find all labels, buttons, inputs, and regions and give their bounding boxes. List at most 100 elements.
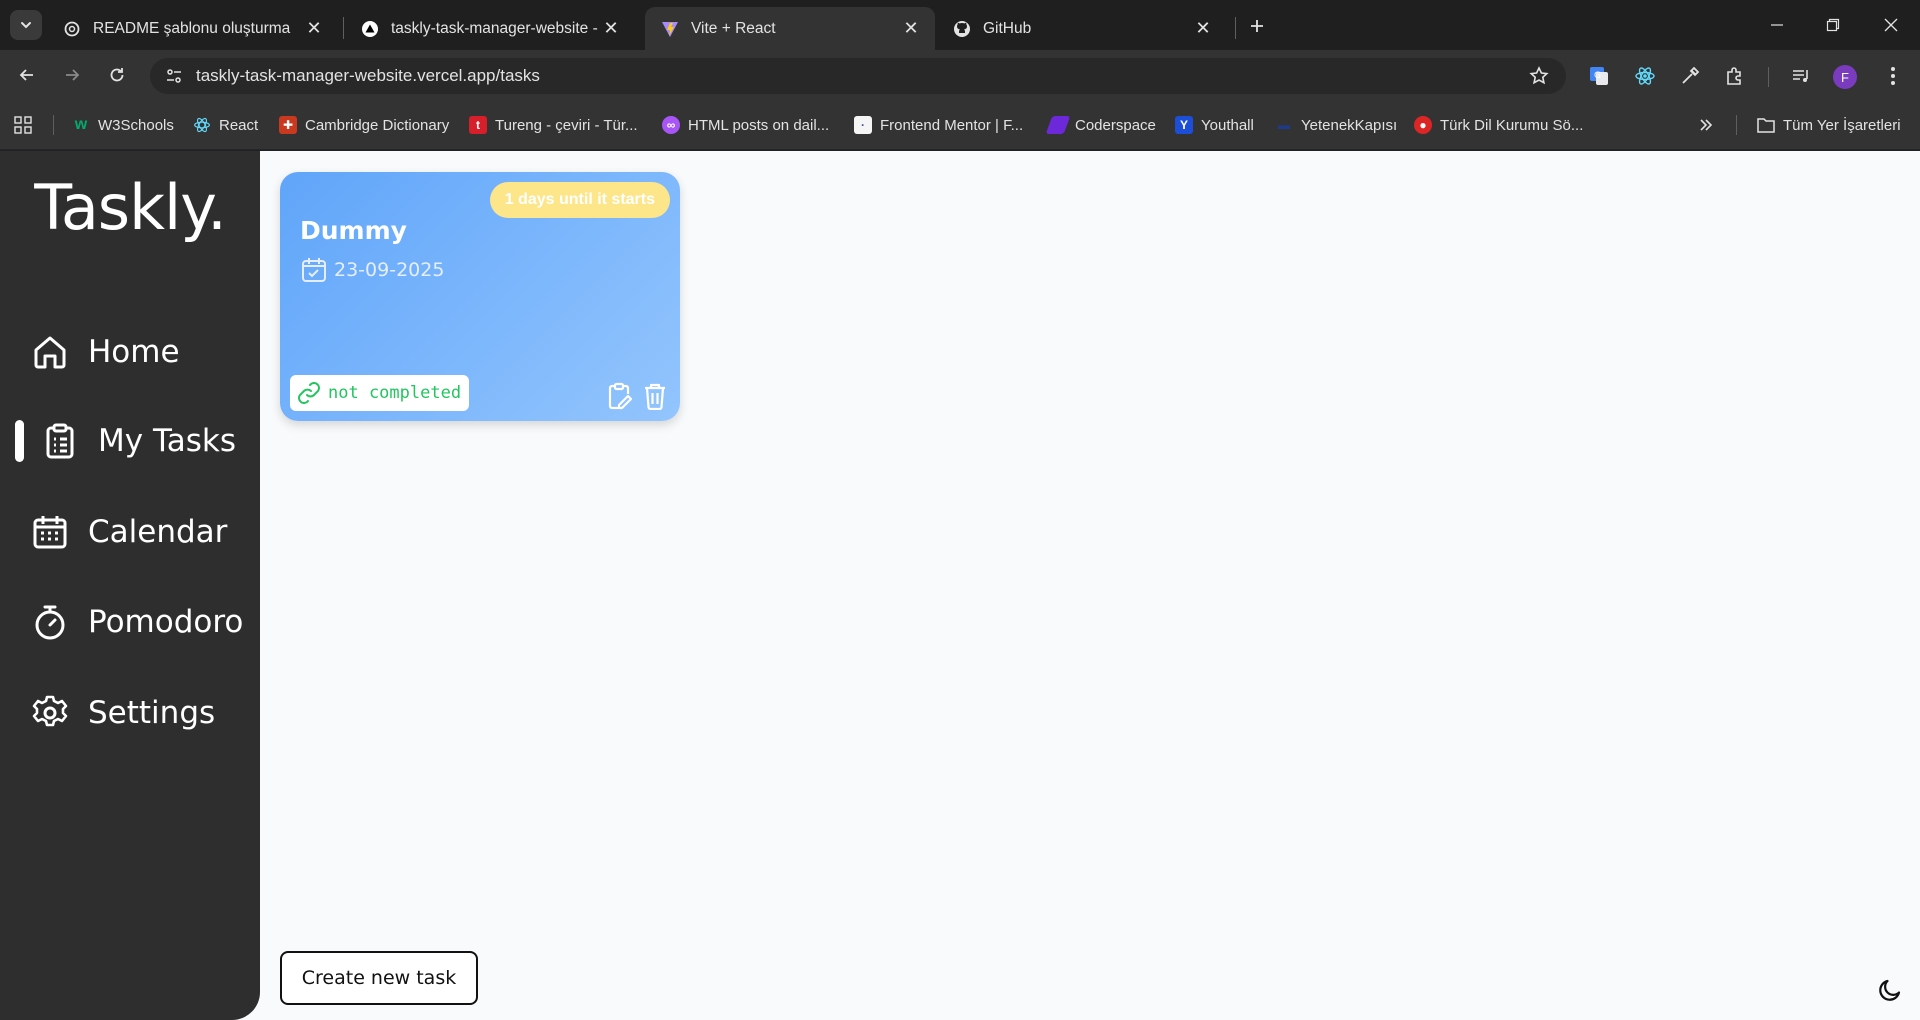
- restore-icon: [1826, 18, 1840, 32]
- close-icon[interactable]: ✕: [304, 18, 324, 39]
- minimize-button[interactable]: [1757, 10, 1797, 40]
- dailydev-icon: ∞: [662, 116, 680, 134]
- close-icon[interactable]: ✕: [601, 18, 621, 39]
- nav-item-my-tasks[interactable]: My Tasks: [40, 416, 236, 466]
- minimize-icon: [1771, 24, 1783, 26]
- bookmark-star-icon[interactable]: [1522, 59, 1556, 93]
- address-bar[interactable]: taskly-task-manager-website.vercel.app/t…: [150, 58, 1566, 94]
- color-picker-icon[interactable]: [1675, 61, 1705, 91]
- close-icon[interactable]: ✕: [1193, 18, 1213, 39]
- nav-label: Home: [88, 334, 180, 370]
- coderspace-icon: [1045, 116, 1071, 134]
- vite-icon: [661, 20, 679, 38]
- bookmark-label: Coderspace: [1075, 116, 1156, 134]
- cambridge-icon: ✚: [279, 116, 297, 134]
- openai-icon: [63, 20, 81, 38]
- dark-mode-toggle[interactable]: [1875, 975, 1905, 1005]
- bookmark-react[interactable]: React: [193, 113, 258, 137]
- media-controls-icon[interactable]: [1786, 61, 1816, 91]
- bookmark-tureng[interactable]: t Tureng - çeviri - Tür...: [469, 113, 638, 137]
- close-icon[interactable]: ✕: [901, 18, 921, 39]
- tab-title: GitHub: [983, 19, 1032, 37]
- moon-icon: [1879, 979, 1901, 1001]
- reload-button[interactable]: [101, 59, 133, 91]
- tureng-icon: t: [469, 116, 487, 134]
- yetenekkapisi-icon: ▬: [1278, 118, 1290, 132]
- frontend-mentor-icon: ·: [854, 116, 872, 134]
- nav-label: My Tasks: [98, 423, 237, 459]
- tab-vite-react[interactable]: Vite + React ✕: [645, 7, 935, 50]
- kebab-menu-icon[interactable]: [1878, 61, 1908, 91]
- nav-item-home[interactable]: Home: [30, 327, 180, 377]
- react-icon: [193, 116, 211, 134]
- plus-icon: [1251, 20, 1263, 32]
- all-bookmarks-folder[interactable]: Tüm Yer İşaretleri: [1757, 113, 1901, 137]
- edit-task-button[interactable]: [604, 381, 634, 411]
- nav-label: Calendar: [88, 514, 228, 550]
- vercel-icon: [361, 20, 379, 38]
- forward-button[interactable]: [56, 59, 88, 91]
- arrow-right-icon: [66, 69, 80, 81]
- new-tab-button[interactable]: [1243, 12, 1271, 40]
- bookmark-coderspace[interactable]: Coderspace: [1045, 113, 1156, 137]
- profile-avatar[interactable]: F: [1833, 65, 1857, 89]
- task-card[interactable]: 1 days until it starts Dummy 23-09-2025 …: [280, 172, 680, 421]
- youthall-icon: Y: [1175, 116, 1193, 134]
- browser-toolbar: taskly-task-manager-website.vercel.app/t…: [0, 50, 1920, 100]
- app-logo: Taskly.: [34, 171, 227, 244]
- arrow-left-icon: [19, 69, 33, 81]
- nav-item-calendar[interactable]: Calendar: [30, 507, 227, 557]
- tdk-icon: ●: [1414, 116, 1432, 134]
- bookmarks-bar: w W3Schools React ✚ Cambridge Dictionary…: [0, 100, 1920, 150]
- apps-grid-icon[interactable]: [14, 113, 32, 137]
- url-text[interactable]: taskly-task-manager-website.vercel.app/t…: [196, 66, 1522, 86]
- bookmark-label: Frontend Mentor | F...: [880, 116, 1024, 134]
- site-info-icon[interactable]: [158, 62, 190, 90]
- calendar-icon: [30, 512, 70, 552]
- task-date-text: 23-09-2025: [334, 259, 445, 281]
- google-translate-icon[interactable]: G: [1584, 61, 1614, 91]
- nav-item-settings[interactable]: Settings: [30, 688, 215, 738]
- bookmark-cambridge[interactable]: ✚ Cambridge Dictionary: [279, 113, 449, 137]
- bookmark-label: Türk Dil Kurumu Sö...: [1440, 116, 1584, 134]
- close-icon: [1884, 18, 1898, 32]
- bookmark-tdk[interactable]: ● Türk Dil Kurumu Sö...: [1414, 113, 1583, 137]
- close-window-button[interactable]: [1871, 10, 1911, 40]
- bookmark-youthall[interactable]: Y Youthall: [1175, 113, 1254, 137]
- react-devtools-icon[interactable]: [1630, 61, 1660, 91]
- nav-item-pomodoro[interactable]: Pomodoro: [30, 597, 243, 647]
- clipboard-edit-icon: [608, 382, 632, 410]
- chevron-down-icon: [21, 22, 31, 29]
- sidebar: Taskly. Home My Tasks Calendar Pomodoro: [0, 151, 260, 1020]
- home-icon: [30, 332, 70, 372]
- bookmarks-divider: [53, 115, 54, 135]
- browser-tabstrip: README şablonu oluşturma ✕ taskly-task-m…: [0, 0, 1920, 50]
- create-new-task-button[interactable]: Create new task: [280, 951, 478, 1005]
- start-countdown-badge: 1 days until it starts: [489, 182, 670, 218]
- task-status-toggle[interactable]: not completed: [290, 375, 470, 411]
- tab-readme[interactable]: README şablonu oluşturma ✕: [47, 7, 338, 50]
- task-title: Dummy: [300, 216, 407, 245]
- delete-task-button[interactable]: [640, 381, 670, 411]
- calendar-check-icon: [300, 256, 328, 284]
- nav-label: Settings: [88, 695, 216, 731]
- tab-search-button[interactable]: [10, 10, 42, 40]
- tab-title: README şablonu oluşturma: [93, 19, 291, 37]
- bookmark-label: HTML posts on dail...: [688, 116, 830, 134]
- bookmark-w3schools[interactable]: w W3Schools: [72, 113, 174, 137]
- tab-github[interactable]: GitHub ✕: [937, 7, 1227, 50]
- tab-vercel[interactable]: taskly-task-manager-website - ✕: [345, 7, 635, 50]
- restore-button[interactable]: [1813, 10, 1853, 40]
- tab-divider: [1235, 17, 1236, 39]
- bookmark-frontend-mentor[interactable]: · Frontend Mentor | F...: [854, 113, 1023, 137]
- back-button[interactable]: [11, 59, 43, 91]
- tab-divider: [343, 17, 344, 39]
- more-bookmarks-chevron-icon[interactable]: [1698, 113, 1714, 137]
- bookmark-label: Cambridge Dictionary: [305, 116, 450, 134]
- bookmark-dailydev[interactable]: ∞ HTML posts on dail...: [662, 113, 829, 137]
- stopwatch-icon: [30, 602, 70, 642]
- extensions-puzzle-icon[interactable]: [1720, 61, 1750, 91]
- link-icon: [296, 380, 322, 406]
- bookmark-label: Tureng - çeviri - Tür...: [495, 116, 638, 134]
- bookmark-yetenekkapisi[interactable]: ▬ YetenekKapısı: [1275, 113, 1397, 137]
